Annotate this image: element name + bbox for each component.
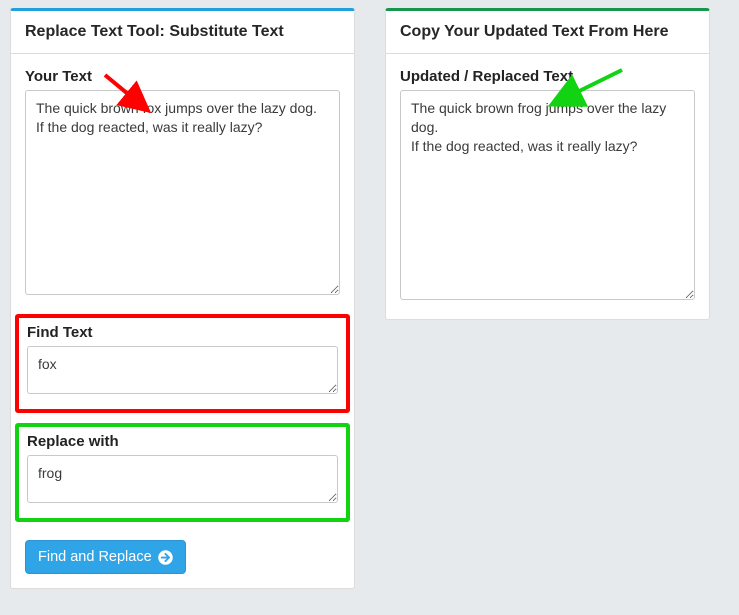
find-text-input[interactable] <box>27 346 338 394</box>
output-label: Updated / Replaced Text <box>400 68 695 85</box>
replace-with-label: Replace with <box>27 433 338 450</box>
your-text-input[interactable] <box>25 90 340 295</box>
replace-section: Replace with <box>15 423 350 522</box>
output-card: Copy Your Updated Text From Here Updated… <box>385 8 710 320</box>
replace-text-card: Replace Text Tool: Substitute Text Your … <box>10 8 355 589</box>
button-label: Find and Replace <box>38 549 152 565</box>
find-section: Find Text <box>15 314 350 413</box>
output-text[interactable] <box>400 90 695 300</box>
card-title-right: Copy Your Updated Text From Here <box>386 11 709 54</box>
find-and-replace-button[interactable]: Find and Replace <box>25 540 186 574</box>
card-title-left: Replace Text Tool: Substitute Text <box>11 11 354 54</box>
your-text-label: Your Text <box>25 68 340 85</box>
replace-with-input[interactable] <box>27 455 338 503</box>
find-text-label: Find Text <box>27 324 338 341</box>
arrow-circle-right-icon <box>158 550 173 565</box>
